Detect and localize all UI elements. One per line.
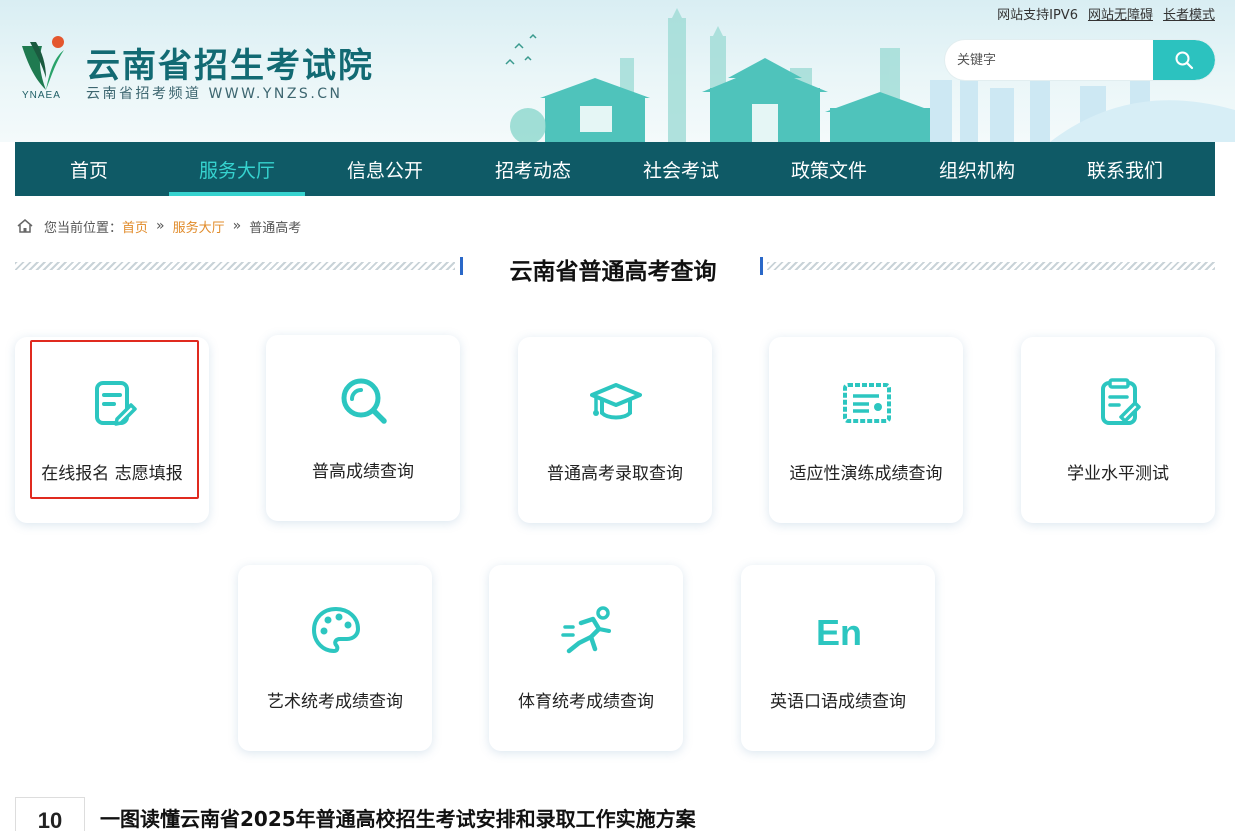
graduation-cap-icon <box>590 383 642 420</box>
news-date: 10 <box>15 797 85 831</box>
breadcrumb-home[interactable]: 首页 <box>122 217 148 236</box>
nav-item-social-exams[interactable]: 社会考试 <box>607 142 755 196</box>
document-check-icon <box>1101 378 1141 425</box>
card-sports-exam-score[interactable]: 体育统考成绩查询 <box>489 565 683 751</box>
nav-item-contact[interactable]: 联系我们 <box>1051 142 1199 196</box>
nav-item-home[interactable]: 首页 <box>15 142 163 196</box>
nav-item-organization[interactable]: 组织机构 <box>903 142 1051 196</box>
breadcrumb: 您当前位置： 首页 » 服务大厅 » 普通高考 <box>16 216 301 236</box>
decorative-stripe <box>767 262 1215 270</box>
en-text-icon: En <box>816 612 862 653</box>
svg-text:En: En <box>816 612 862 653</box>
breadcrumb-separator: » <box>156 218 165 234</box>
card-score-query[interactable]: 普高成绩查询 <box>266 335 460 521</box>
site-subtitle: 云南省招考频道 WWW.YNZS.CN <box>86 86 343 102</box>
logo-abbreviation: YNAEA <box>22 90 61 101</box>
site-title[interactable]: 云南省招生考试院 <box>86 38 374 87</box>
section-title: 云南省普通高考查询 <box>509 259 717 285</box>
breadcrumb-service-hall[interactable]: 服务大厅 <box>173 217 225 236</box>
search-icon <box>1175 51 1194 70</box>
card-english-oral-score[interactable]: En 英语口语成绩查询 <box>741 565 935 751</box>
ipv6-link[interactable]: 网站支持IPV6 <box>997 4 1078 23</box>
card-mock-exam-score[interactable]: 适应性演练成绩查询 <box>769 337 963 523</box>
card-label: 学业水平测试 <box>1067 464 1169 484</box>
card-art-exam-score[interactable]: 艺术统考成绩查询 <box>238 565 432 751</box>
nav-item-info-disclosure[interactable]: 信息公开 <box>311 142 459 196</box>
title-bar-mark <box>760 257 763 275</box>
card-label: 英语口语成绩查询 <box>770 692 906 712</box>
search-box <box>945 40 1215 80</box>
breadcrumb-separator: » <box>232 218 242 234</box>
news-title[interactable]: 一图读懂云南省2025年普通高校招生考试安排和录取工作实施方案 <box>100 803 696 831</box>
elderly-mode-link[interactable]: 长者模式 <box>1163 4 1215 23</box>
search-input[interactable] <box>945 40 1155 80</box>
home-icon <box>17 219 33 233</box>
nav-item-service-hall[interactable]: 服务大厅 <box>163 142 311 196</box>
certificate-icon <box>843 383 891 423</box>
card-label: 适应性演练成绩查询 <box>789 464 943 484</box>
decorative-stripe <box>15 262 455 270</box>
card-academic-test[interactable]: 学业水平测试 <box>1021 337 1215 523</box>
form-edit-icon <box>95 381 137 426</box>
runner-icon <box>561 606 611 654</box>
breadcrumb-prefix: 您当前位置： <box>44 220 123 236</box>
card-online-registration[interactable]: 在线报名 志愿填报 <box>15 337 209 523</box>
site-header: YNAEA 云南省招生考试院 云南省招考频道 WWW.YNZS.CN 网站支持I… <box>0 0 1235 142</box>
card-label: 体育统考成绩查询 <box>518 692 654 712</box>
skyline-illustration <box>505 8 935 142</box>
main-nav: 首页 服务大厅 信息公开 招考动态 社会考试 政策文件 组织机构 联系我们 <box>15 142 1215 196</box>
card-label: 普通高考录取查询 <box>547 464 683 484</box>
card-admission-query[interactable]: 普通高考录取查询 <box>518 337 712 523</box>
breadcrumb-current: 普通高考 <box>249 220 302 236</box>
card-label: 普高成绩查询 <box>312 462 414 482</box>
top-links: 网站支持IPV6 网站无障碍 长者模式 <box>997 4 1215 23</box>
section-header: 云南省普通高考查询 <box>15 252 1215 285</box>
palette-icon <box>311 606 361 654</box>
card-label: 艺术统考成绩查询 <box>267 692 403 712</box>
card-label: 在线报名 志愿填报 <box>41 464 183 484</box>
search-icon <box>341 378 387 424</box>
nav-item-exam-news[interactable]: 招考动态 <box>459 142 607 196</box>
nav-item-policy-docs[interactable]: 政策文件 <box>755 142 903 196</box>
search-button[interactable] <box>1153 40 1215 80</box>
accessibility-link[interactable]: 网站无障碍 <box>1088 4 1153 23</box>
title-bar-mark <box>460 257 463 275</box>
